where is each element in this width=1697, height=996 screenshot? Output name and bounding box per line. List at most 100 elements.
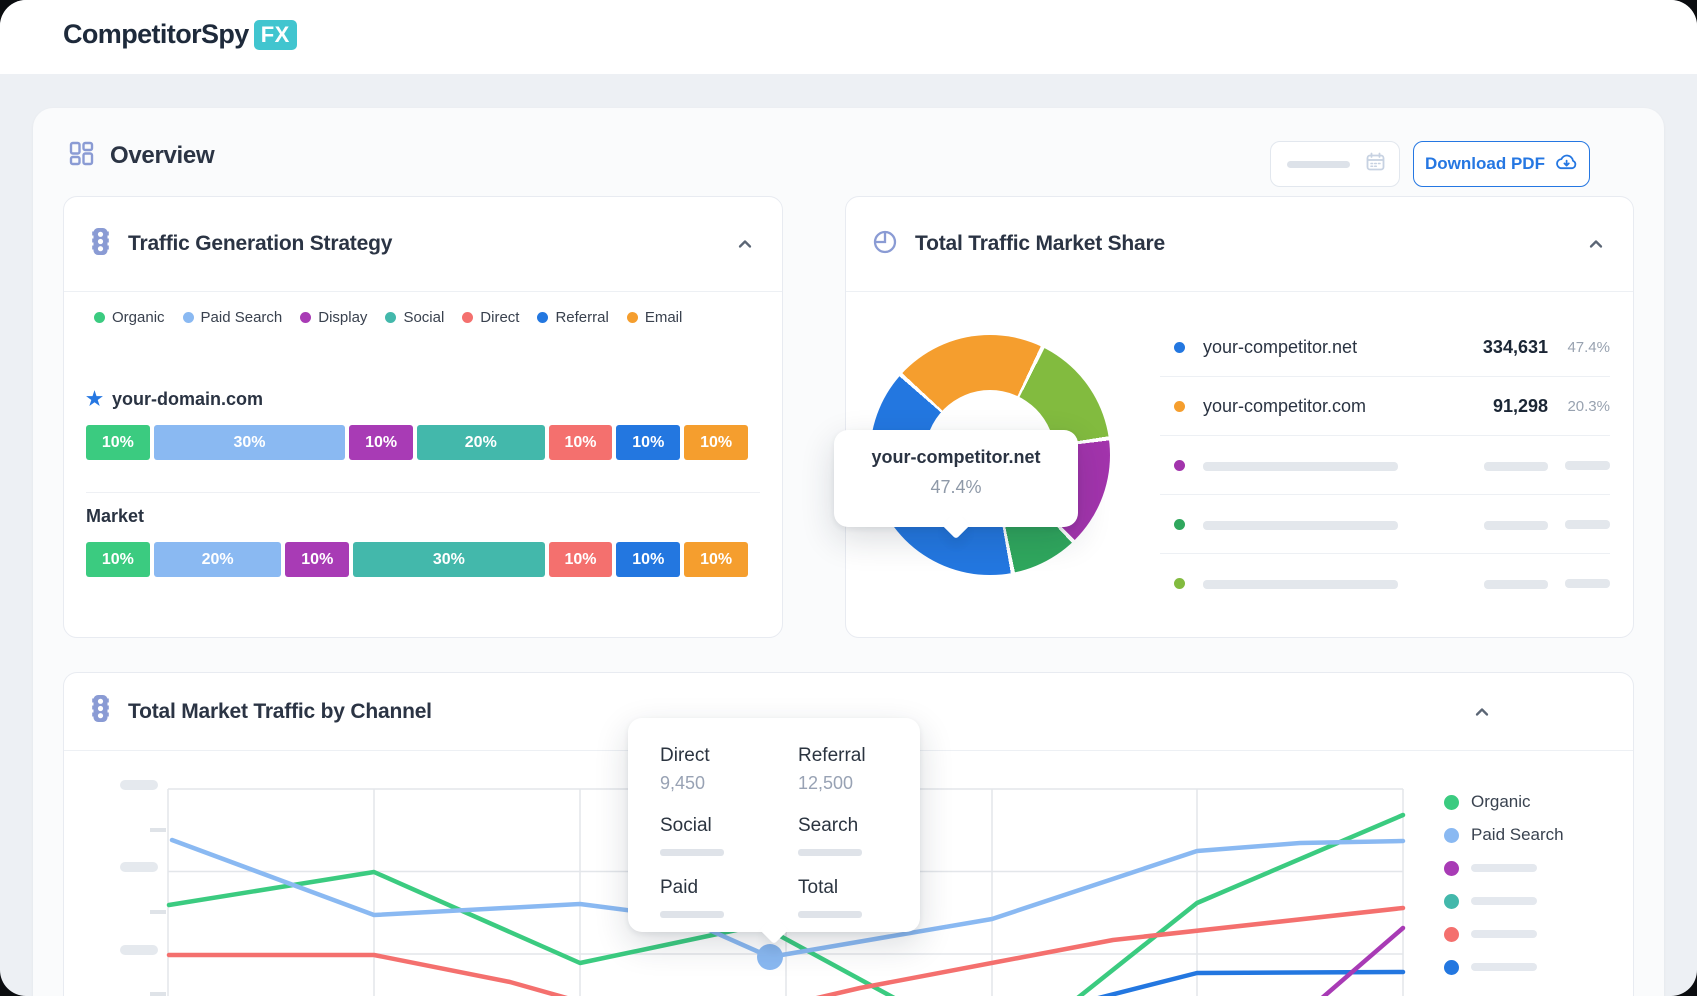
tooltip-value-skeleton xyxy=(798,911,862,918)
channel-legend: OrganicPaid SearchDisplaySocialDirectRef… xyxy=(94,309,682,326)
bar-segment-social[interactable]: 20% xyxy=(417,425,545,460)
tooltip-entry-social: Social xyxy=(660,815,798,856)
legend-dot xyxy=(300,312,311,323)
tooltip-entry-value: 9,450 xyxy=(660,773,798,794)
app-window: CompetitorSpy FX Overview Downl xyxy=(0,0,1697,996)
bar-segment-organic[interactable]: 10% xyxy=(86,425,150,460)
competitor-row[interactable] xyxy=(1160,554,1610,613)
brand-logo[interactable]: CompetitorSpy FX xyxy=(63,19,297,50)
star-icon: ★ xyxy=(86,390,103,409)
line-legend-label: Organic xyxy=(1471,792,1531,812)
legend-item-social: Social xyxy=(385,309,444,326)
competitor-list: your-competitor.net334,63147.4%your-comp… xyxy=(1160,318,1610,613)
legend-dot xyxy=(385,312,396,323)
line-legend-item xyxy=(1444,893,1564,909)
collapse-chevron-icon[interactable] xyxy=(734,233,756,255)
competitor-row[interactable]: your-competitor.net334,63147.4% xyxy=(1160,318,1610,377)
competitor-dot xyxy=(1174,342,1185,353)
legend-label: Direct xyxy=(480,309,519,326)
value-skeleton xyxy=(1484,462,1548,471)
bar-segment-referral[interactable]: 10% xyxy=(616,542,680,577)
tooltip-entry-value: 12,500 xyxy=(798,773,918,794)
value-skeleton xyxy=(1484,580,1548,589)
tooltip-entry-label: Direct xyxy=(660,745,798,767)
tooltip-entry-label: Search xyxy=(798,815,918,837)
competitor-traffic-value: 91,298 xyxy=(1438,396,1548,417)
line-legend-skeleton xyxy=(1471,897,1537,905)
value-skeleton xyxy=(1484,521,1548,530)
competitor-row[interactable] xyxy=(1160,436,1610,495)
market-name: Market xyxy=(86,506,144,527)
tooltip-entry-referral: Referral 12,500 xyxy=(798,745,918,794)
bar-segment-email[interactable]: 10% xyxy=(684,542,748,577)
competitor-row[interactable] xyxy=(1160,495,1610,554)
page-header: Overview xyxy=(68,140,214,172)
tooltip-entry-label: Social xyxy=(660,815,798,837)
bar-segment-email[interactable]: 10% xyxy=(684,425,748,460)
collapse-chevron-icon[interactable] xyxy=(1471,701,1493,723)
legend-item-organic: Organic xyxy=(94,309,165,326)
date-range-input[interactable] xyxy=(1270,141,1400,187)
legend-dot xyxy=(94,312,105,323)
line-legend-item-organic: Organic xyxy=(1444,794,1564,810)
traffic-light-icon xyxy=(90,694,111,729)
line-legend-dot xyxy=(1444,960,1459,975)
competitor-share-pct: 20.3% xyxy=(1548,398,1610,415)
tooltip-competitor-pct: 47.4% xyxy=(834,477,1078,498)
competitor-row[interactable]: your-competitor.com91,29820.3% xyxy=(1160,377,1610,436)
market-stacked-bar: 10%20%10%30%10%10%10% xyxy=(86,542,748,577)
collapse-chevron-icon[interactable] xyxy=(1585,233,1607,255)
line-chart-tooltip: Direct 9,450Referral 12,500SocialSearch Pai… xyxy=(628,718,920,932)
competitor-dot xyxy=(1174,460,1185,471)
competitor-share-pct: 47.4% xyxy=(1548,339,1610,356)
download-pdf-button[interactable]: Download PDF xyxy=(1413,141,1590,187)
competitor-traffic-value xyxy=(1438,455,1548,476)
legend-label: Organic xyxy=(112,309,165,326)
competitor-name: your-competitor.net xyxy=(1203,337,1438,358)
competitor-dot xyxy=(1174,578,1185,589)
bar-segment-direct[interactable]: 10% xyxy=(549,542,613,577)
traffic-strategy-card: Traffic Generation Strategy Organic Paid … xyxy=(63,196,783,638)
line-legend-dot xyxy=(1444,861,1459,876)
bar-segment-referral[interactable]: 10% xyxy=(616,425,680,460)
tooltip-entry-direct: Direct 9,450 xyxy=(660,745,798,794)
legend-item-paid-search: Paid Search xyxy=(183,309,283,326)
traffic-strategy-header: Traffic Generation Strategy xyxy=(64,197,782,292)
bar-segment-paid_search[interactable]: 20% xyxy=(154,542,282,577)
line-legend-skeleton xyxy=(1471,963,1537,971)
line-legend-label: Paid Search xyxy=(1471,825,1564,845)
top-navbar: CompetitorSpy FX xyxy=(0,0,1697,74)
bar-segment-direct[interactable]: 10% xyxy=(549,425,613,460)
date-placeholder-skeleton xyxy=(1287,161,1350,168)
bar-segment-display[interactable]: 10% xyxy=(285,542,349,577)
tooltip-value-skeleton xyxy=(660,849,724,856)
legend-label: Display xyxy=(318,309,367,326)
tooltip-competitor-name: your-competitor.net xyxy=(834,447,1078,468)
competitor-name xyxy=(1203,573,1438,594)
line-legend-dot xyxy=(1444,795,1459,810)
divider xyxy=(86,492,760,493)
bar-segment-paid_search[interactable]: 30% xyxy=(154,425,345,460)
bar-segment-social[interactable]: 30% xyxy=(353,542,544,577)
tooltip-value-skeleton xyxy=(798,849,862,856)
tooltip-entry-label: Referral xyxy=(798,745,918,767)
tooltip-entry-label: Paid xyxy=(660,877,798,899)
line-legend-skeleton xyxy=(1471,864,1537,872)
name-skeleton xyxy=(1203,462,1398,471)
line-legend-skeleton xyxy=(1471,930,1537,938)
brand-badge: FX xyxy=(254,20,297,50)
donut-tooltip: your-competitor.net 47.4% xyxy=(834,430,1078,527)
traffic-light-icon xyxy=(90,227,111,262)
page-title: Overview xyxy=(110,142,214,170)
bar-segment-display[interactable]: 10% xyxy=(349,425,413,460)
legend-dot xyxy=(537,312,548,323)
line-legend-dot xyxy=(1444,894,1459,909)
legend-item-direct: Direct xyxy=(462,309,519,326)
competitor-name xyxy=(1203,514,1438,535)
competitor-share-pct xyxy=(1548,457,1610,474)
line-legend-dot xyxy=(1444,927,1459,942)
competitor-dot xyxy=(1174,401,1185,412)
competitor-traffic-value: 334,631 xyxy=(1438,337,1548,358)
line-legend-item xyxy=(1444,926,1564,942)
bar-segment-organic[interactable]: 10% xyxy=(86,542,150,577)
